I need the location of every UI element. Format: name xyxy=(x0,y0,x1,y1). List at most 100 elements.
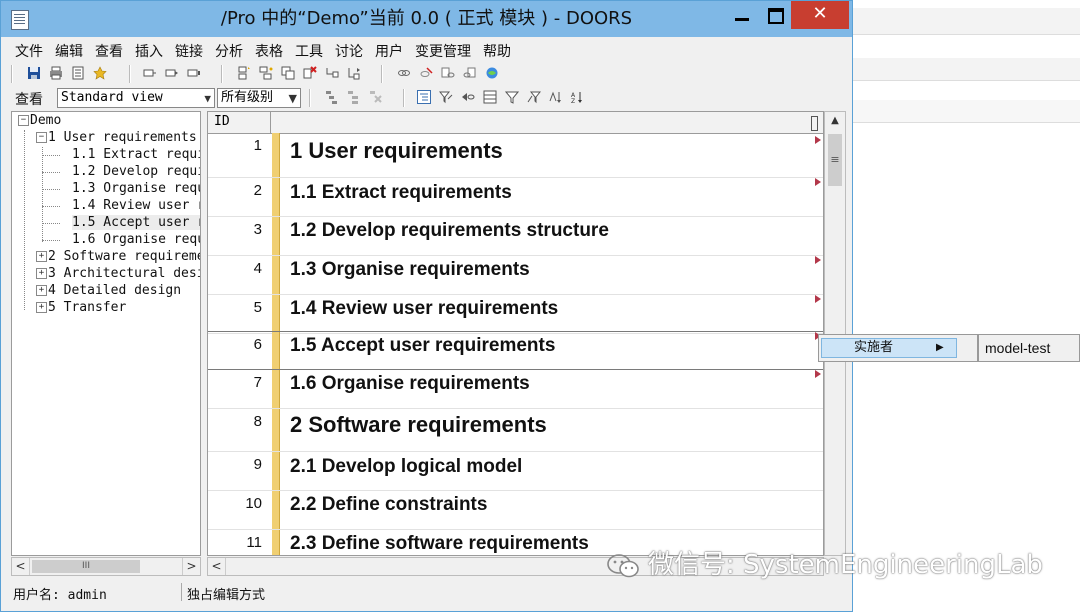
status-bar: 用户名: admin 独占编辑方式 xyxy=(9,581,849,603)
menu-change-management[interactable]: 变更管理 xyxy=(409,39,477,63)
scroll-thumb[interactable]: ≡ xyxy=(828,134,842,186)
sort-az-icon[interactable]: AZ xyxy=(571,90,585,104)
link-module-icon[interactable] xyxy=(485,66,499,80)
promote-object-icon[interactable] xyxy=(347,66,361,80)
table-row[interactable]: 10 2.2 Define constraints xyxy=(208,491,823,530)
menu-edit[interactable]: 编辑 xyxy=(49,39,89,63)
tree-item[interactable]: 1.4 Review user requirements xyxy=(72,197,200,214)
link-flag-icon[interactable] xyxy=(815,370,821,378)
filter-toggle-icon[interactable] xyxy=(527,90,541,104)
favorite-star-icon[interactable] xyxy=(93,66,107,80)
table-row-selected[interactable]: 6 1.5 Accept user requirements xyxy=(208,331,823,370)
tree-item-selected[interactable]: 1.5 Accept user requirements xyxy=(72,214,200,231)
tree-item[interactable]: +5 Transfer xyxy=(36,299,126,316)
tree-item[interactable]: 1.1 Extract requirements xyxy=(72,146,200,163)
table-row[interactable]: 7 1.6 Organise requirements xyxy=(208,370,823,409)
id-column-header[interactable]: ID xyxy=(214,114,230,129)
tree-item[interactable]: +3 Architectural design xyxy=(36,265,200,282)
title-bar[interactable]: /Pro 中的“Demo”当前 0.0 ( 正式 模块 ) - DOORS ✕ xyxy=(1,1,852,37)
menu-view[interactable]: 查看 xyxy=(89,39,129,63)
link-icon[interactable] xyxy=(397,66,411,80)
link-flag-icon[interactable] xyxy=(815,178,821,186)
outline-view-icon[interactable] xyxy=(417,90,431,104)
scroll-left-icon[interactable]: < xyxy=(208,558,226,575)
expand-icon[interactable]: + xyxy=(36,285,47,296)
menu-tools[interactable]: 工具 xyxy=(289,39,329,63)
link-navigate-icon[interactable] xyxy=(461,90,475,104)
scroll-up-icon[interactable]: ▲ xyxy=(825,112,845,130)
menu-file[interactable]: 文件 xyxy=(9,39,49,63)
scroll-right-icon[interactable]: > xyxy=(182,558,200,575)
close-button[interactable]: ✕ xyxy=(791,1,849,29)
context-menu-item-implementer[interactable]: 实施者 ▶ xyxy=(821,338,957,358)
scroll-left-icon[interactable]: < xyxy=(12,558,30,575)
table-row[interactable]: 5 1.4 Review user requirements xyxy=(208,295,823,334)
scroll-thumb[interactable]: III xyxy=(32,560,140,573)
tree-horizontal-scrollbar[interactable]: < III > xyxy=(11,557,201,576)
tree-item[interactable]: 1.3 Organise requirements xyxy=(72,180,200,197)
insert-object-above-icon[interactable] xyxy=(143,66,157,80)
change-bar xyxy=(272,178,280,216)
collapse-levels-icon[interactable] xyxy=(369,90,383,104)
delete-link-icon[interactable] xyxy=(419,66,433,80)
tree-item[interactable]: 1.6 Organise requirements xyxy=(72,231,200,248)
tree-item[interactable]: +2 Software requirements xyxy=(36,248,200,265)
menu-link[interactable]: 链接 xyxy=(169,39,209,63)
tree-item-root[interactable]: − Demo xyxy=(18,112,61,129)
delete-object-icon[interactable] xyxy=(303,66,317,80)
collapse-icon[interactable]: − xyxy=(36,132,47,143)
column-menu-icon[interactable] xyxy=(811,116,818,131)
tree-item[interactable]: +4 Detailed design xyxy=(36,282,181,299)
change-bar xyxy=(272,332,280,369)
object-id: 11 xyxy=(246,534,262,551)
expand-levels-icon[interactable] xyxy=(347,90,361,104)
document-properties-icon[interactable] xyxy=(71,66,85,80)
menu-discussion[interactable]: 讨论 xyxy=(329,39,369,63)
link-flag-icon[interactable] xyxy=(815,256,821,264)
sort-icon[interactable] xyxy=(549,90,563,104)
table-row[interactable]: 4 1.3 Organise requirements xyxy=(208,256,823,295)
table-row[interactable]: 1 1 User requirements xyxy=(208,133,823,178)
new-object-icon[interactable] xyxy=(237,66,251,80)
toolbar-separator xyxy=(403,89,404,107)
insert-object-right-icon[interactable] xyxy=(187,66,201,80)
table-row[interactable]: 9 2.1 Develop logical model xyxy=(208,452,823,491)
expand-icon[interactable]: + xyxy=(36,302,47,313)
filter-edit-icon[interactable] xyxy=(439,90,453,104)
module-explorer-tree[interactable]: − Demo −1 User requirements 1.1 Extract r… xyxy=(11,111,201,556)
copy-object-icon[interactable] xyxy=(281,66,295,80)
print-icon[interactable] xyxy=(49,66,63,80)
maximize-button[interactable] xyxy=(759,1,793,29)
demote-object-icon[interactable] xyxy=(325,66,339,80)
view-select[interactable]: Standard view ▼ xyxy=(57,88,215,108)
level-select[interactable]: 所有级别 ▼ xyxy=(217,88,301,108)
link-end-icon[interactable] xyxy=(463,66,477,80)
new-child-object-icon[interactable] xyxy=(259,66,273,80)
menu-insert[interactable]: 插入 xyxy=(129,39,169,63)
link-start-icon[interactable] xyxy=(441,66,455,80)
link-flag-icon[interactable] xyxy=(815,136,821,144)
table-row[interactable]: 3 1.2 Develop requirements structure xyxy=(208,217,823,256)
table-view-icon[interactable] xyxy=(483,90,497,104)
table-row[interactable]: 8 2 Software requirements xyxy=(208,409,823,452)
save-icon[interactable] xyxy=(27,66,41,80)
object-heading: 1.1 Extract requirements xyxy=(290,182,512,203)
menu-help[interactable]: 帮助 xyxy=(477,39,517,63)
expand-icon[interactable]: + xyxy=(36,268,47,279)
link-flag-icon[interactable] xyxy=(815,295,821,303)
tree-item[interactable]: 1.2 Develop requirements structure xyxy=(72,163,200,180)
menu-table[interactable]: 表格 xyxy=(249,39,289,63)
filter-icon[interactable] xyxy=(505,90,519,104)
tree-item[interactable]: −1 User requirements xyxy=(36,129,197,146)
submenu-item-model-test[interactable]: model-test xyxy=(985,340,1050,356)
insert-object-below-icon[interactable] xyxy=(165,66,179,80)
menu-user[interactable]: 用户 xyxy=(369,39,409,63)
column-divider[interactable] xyxy=(270,112,271,133)
table-row[interactable]: 2 1.1 Extract requirements xyxy=(208,178,823,217)
collapse-icon[interactable]: − xyxy=(18,115,29,126)
expand-icon[interactable]: + xyxy=(36,251,47,262)
menu-analysis[interactable]: 分析 xyxy=(209,39,249,63)
watermark: 微信号: SystemEngineeringLab xyxy=(606,544,1076,584)
minimize-button[interactable] xyxy=(725,1,759,29)
show-levels-icon[interactable] xyxy=(325,90,339,104)
